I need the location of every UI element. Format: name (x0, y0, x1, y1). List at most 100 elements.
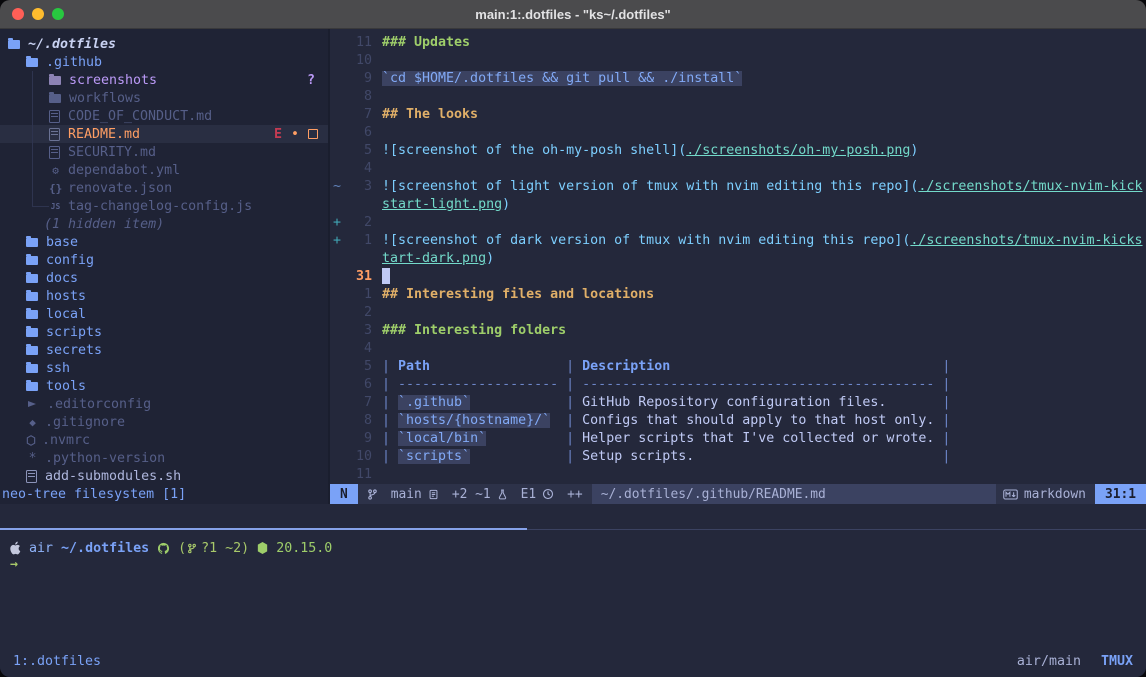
tree-item[interactable]: screenshots? (0, 71, 328, 89)
editor-pane[interactable]: 11### Updates109`cd $HOME/.dotfiles && g… (330, 29, 1146, 504)
tree-item[interactable]: config (0, 251, 328, 269)
editor-line[interactable]: 6| -------------------- | --------------… (330, 376, 1146, 394)
gear-icon: ⚙ (49, 164, 62, 177)
tree-item-label: ssh (46, 361, 70, 376)
line-text: ## The looks (382, 106, 478, 124)
editor-line[interactable]: 1## Interesting files and locations (330, 286, 1146, 304)
tree-item-label: tag-changelog-config.js (68, 199, 252, 214)
editor-line[interactable]: 8| `hosts/{hostname}/` | Configs that sh… (330, 412, 1146, 430)
tree-item[interactable]: JS tag-changelog-config.js (0, 197, 328, 215)
folder-icon (26, 382, 38, 391)
line-text: tart-dark.png) (382, 250, 494, 268)
tree-item[interactable]: ~/.dotfiles (0, 35, 328, 53)
editor-line[interactable]: 4 (330, 160, 1146, 178)
tree-item[interactable]: ◆.gitignore (0, 413, 328, 431)
tree-item-label: CODE_OF_CONDUCT.md (68, 109, 212, 124)
node-version: 20.15.0 (276, 541, 332, 556)
editor-line[interactable]: 4 (330, 340, 1146, 358)
editor-line[interactable]: 5| Path | Description | (330, 358, 1146, 376)
zoom-button[interactable] (52, 8, 64, 20)
tree-item[interactable]: (1 hidden item) (0, 215, 328, 233)
line-number: 8 (346, 412, 372, 430)
tree-item[interactable]: scripts (0, 323, 328, 341)
line-number: 31 (346, 268, 372, 286)
tree-item[interactable]: secrets (0, 341, 328, 359)
terminal-window: main:1:.dotfiles - "ks~/.dotfiles" ~/.do… (0, 0, 1146, 677)
editor-line[interactable]: 5![screenshot of the oh-my-posh shell](.… (330, 142, 1146, 160)
tree-item[interactable]: ⚙dependabot.yml (0, 161, 328, 179)
apple-icon (10, 541, 22, 555)
tree-item[interactable]: README.mdE• (0, 125, 328, 143)
editor-line[interactable]: 6 (330, 124, 1146, 142)
titlebar[interactable]: main:1:.dotfiles - "ks~/.dotfiles" (0, 0, 1146, 29)
tree-item[interactable]: .nvmrc (0, 431, 328, 449)
folder-icon (26, 364, 38, 373)
editor-line[interactable]: 10| `scripts` | Setup scripts. | (330, 448, 1146, 466)
tree-item[interactable]: ssh (0, 359, 328, 377)
tmux-badge: TMUX (1101, 654, 1133, 669)
editor-line[interactable]: 3### Interesting folders (330, 322, 1146, 340)
tree-item[interactable]: *.python-version (0, 449, 328, 467)
line-text: ![screenshot of the oh-my-posh shell](./… (382, 142, 918, 160)
minimize-button[interactable] (32, 8, 44, 20)
editor-line[interactable]: 2 (330, 304, 1146, 322)
editor-line[interactable]: 7| `.github` | GitHub Repository configu… (330, 394, 1146, 412)
line-number: 11 (346, 466, 372, 484)
tree-guide-line (32, 125, 49, 143)
editor-line[interactable]: 9| `local/bin` | Helper scripts that I'v… (330, 430, 1146, 448)
editor-line[interactable]: start-light.png) (330, 196, 1146, 214)
line-number: 7 (346, 106, 372, 124)
gutter-sign (330, 304, 346, 322)
buffer-icon (428, 488, 439, 501)
tmux-pane-divider[interactable] (0, 528, 1146, 530)
editor-line[interactable]: 9`cd $HOME/.dotfiles && git pull && ./in… (330, 70, 1146, 88)
editor-buffer[interactable]: 11### Updates109`cd $HOME/.dotfiles && g… (330, 29, 1146, 484)
tree-item[interactable]: {}renovate.json (0, 179, 328, 197)
prompt-arrow[interactable]: → (0, 557, 1146, 575)
close-button[interactable] (12, 8, 24, 20)
folder-icon (26, 256, 38, 265)
markdown-icon (1003, 489, 1018, 500)
editor-line[interactable]: tart-dark.png) (330, 250, 1146, 268)
editor-line[interactable]: 11### Updates (330, 34, 1146, 52)
nodejs-icon (257, 542, 268, 554)
line-text: ## Interesting files and locations (382, 286, 654, 304)
tree-item[interactable]: CODE_OF_CONDUCT.md (0, 107, 328, 125)
editor-line[interactable]: +2 (330, 214, 1146, 232)
git-untracked-badge: ? (307, 73, 328, 88)
neotree-status: neo-tree filesystem [1] (0, 485, 328, 504)
tree-item[interactable]: add-submodules.sh (0, 467, 328, 485)
gutter-sign (330, 466, 346, 484)
tree-item[interactable]: workflows (0, 89, 328, 107)
folder-icon (26, 310, 38, 319)
line-number: 10 (346, 448, 372, 466)
editor-line[interactable]: 11 (330, 466, 1146, 484)
folder-icon (26, 346, 38, 355)
tmux-window-label[interactable]: 1:.dotfiles (13, 654, 101, 669)
modified-dot-marker: • (291, 127, 299, 142)
gutter-sign: ~ (330, 178, 346, 196)
tree-item[interactable]: local (0, 305, 328, 323)
tree-item[interactable]: tools (0, 377, 328, 395)
tree-item[interactable]: docs (0, 269, 328, 287)
shell-prompt: air ~/.dotfiles (?1 ~2) 20.15.0 (0, 539, 1146, 557)
shell-pane[interactable]: air ~/.dotfiles (?1 ~2) 20.15.0 → 1:.dot… (0, 504, 1146, 677)
line-text: ### Interesting folders (382, 322, 566, 340)
tree-item[interactable]: base (0, 233, 328, 251)
editor-line[interactable]: 7 ## The looks (330, 106, 1146, 124)
editor-line[interactable]: +1![screenshot of dark version of tmux w… (330, 232, 1146, 250)
gutter-sign (330, 160, 346, 178)
git-branch-mini-icon (187, 543, 197, 554)
tree-item[interactable]: hosts (0, 287, 328, 305)
tree-guide-line (32, 161, 49, 179)
javascript-icon: JS (49, 202, 62, 211)
editor-line[interactable]: 10 (330, 52, 1146, 70)
editor-line[interactable]: ~3![screenshot of light version of tmux … (330, 178, 1146, 196)
tree-item[interactable]: .editorconfig (0, 395, 328, 413)
pending-changes: ++ (567, 487, 583, 502)
editor-line[interactable]: 31 (330, 268, 1146, 286)
tree-item[interactable]: .github (0, 53, 328, 71)
editor-line[interactable]: 8 (330, 88, 1146, 106)
tree-item[interactable]: SECURITY.md (0, 143, 328, 161)
tree-guide-line (32, 197, 49, 207)
